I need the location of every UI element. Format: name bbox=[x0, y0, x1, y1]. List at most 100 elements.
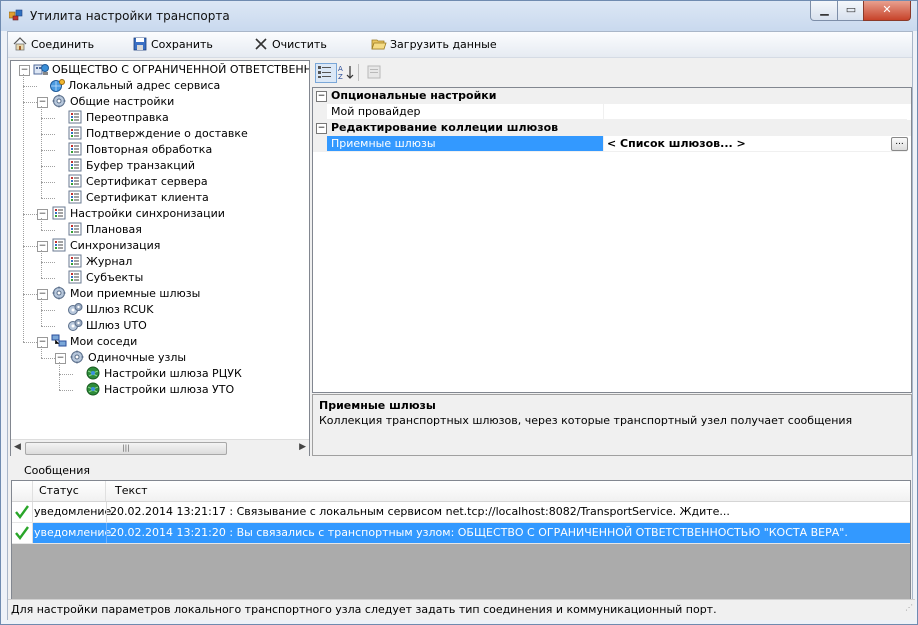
property-name[interactable]: Мой провайдер bbox=[327, 104, 604, 120]
tree-connector bbox=[41, 310, 55, 311]
tree-item[interactable]: − Мои соседи bbox=[37, 334, 137, 350]
maximize-button[interactable]: ▭ bbox=[837, 1, 865, 21]
collapse-icon[interactable]: − bbox=[316, 91, 327, 102]
message-status: уведомление bbox=[34, 526, 112, 539]
list-icon bbox=[68, 174, 82, 188]
tree-item[interactable]: − Общие настройки bbox=[37, 94, 174, 110]
property-value[interactable]: < Список шлюзов... > bbox=[603, 136, 907, 152]
ellipsis-button[interactable]: ... bbox=[891, 137, 908, 151]
list-icon bbox=[68, 222, 82, 236]
tree-connector bbox=[41, 346, 42, 358]
x-icon bbox=[255, 38, 267, 50]
minimize-button[interactable]: ▁ bbox=[810, 1, 839, 21]
category-label: Редактирование коллеции шлюзов bbox=[331, 121, 559, 134]
title-bar[interactable]: Утилита настройки транспорта ▁ ▭ ✕ bbox=[1, 1, 917, 31]
description-text: Коллекция транспортных шлюзов, через кот… bbox=[319, 414, 853, 427]
scroll-right-icon[interactable]: ▶ bbox=[299, 442, 306, 452]
categorized-icon bbox=[318, 66, 331, 78]
tree-item[interactable]: Шлюз RCUK bbox=[55, 302, 153, 318]
tree-item[interactable]: Плановая bbox=[55, 222, 142, 238]
tree-item-label: Настройки шлюза УТО bbox=[104, 383, 235, 396]
collapse-toggle-icon[interactable]: − bbox=[37, 337, 48, 348]
tree-item[interactable]: Буфер транзакций bbox=[55, 158, 195, 174]
tree-item-label: Шлюз UTO bbox=[86, 319, 147, 332]
scroll-left-icon[interactable]: ◀ bbox=[14, 442, 21, 452]
clear-button[interactable]: Очистить bbox=[253, 36, 327, 53]
tree-item[interactable]: Переотправка bbox=[55, 110, 169, 126]
messages-list[interactable]: Статус Текст уведомление 20.02.2014 13:2… bbox=[11, 480, 911, 600]
load-data-label: Загрузить данные bbox=[390, 38, 497, 51]
tree-connector bbox=[41, 278, 55, 279]
app-icon bbox=[9, 9, 23, 21]
tree-item[interactable]: − Синхронизация bbox=[37, 238, 160, 254]
tree-item[interactable]: Журнал bbox=[55, 254, 132, 270]
property-grid[interactable]: − Опциональные настройки Мой провайдер −… bbox=[312, 87, 912, 393]
tree-item-label: Сертификат клиента bbox=[86, 191, 209, 204]
property-name[interactable]: Приемные шлюзы bbox=[327, 136, 604, 152]
globe-gear-icon bbox=[50, 79, 65, 92]
collapse-toggle-icon[interactable]: − bbox=[37, 209, 48, 220]
category-label: Опциональные настройки bbox=[331, 89, 497, 102]
collapse-toggle-icon[interactable]: − bbox=[55, 353, 66, 364]
tree-view[interactable]: − ОБЩЕСТВО С ОГРАНИЧЕННОЙ ОТВЕТСТВЕННО Лок… bbox=[11, 61, 309, 439]
property-value[interactable] bbox=[603, 104, 907, 120]
floppy-icon bbox=[133, 37, 147, 51]
collapse-toggle-icon[interactable]: − bbox=[37, 289, 48, 300]
list-icon bbox=[68, 270, 82, 284]
close-icon: ✕ bbox=[882, 3, 892, 16]
collapse-icon[interactable]: − bbox=[316, 123, 327, 134]
collapse-toggle-icon[interactable]: − bbox=[37, 97, 48, 108]
main-toolbar: Соединить Сохранить Очистить Загрузить д… bbox=[8, 32, 912, 58]
collapse-toggle-icon[interactable]: − bbox=[37, 241, 48, 252]
tree-item[interactable]: Локальный адрес сервиса bbox=[37, 78, 220, 94]
settings-tree[interactable]: − ОБЩЕСТВО С ОГРАНИЧЕННОЙ ОТВЕТСТВЕННО Лок… bbox=[10, 60, 310, 456]
column-divider bbox=[106, 502, 107, 522]
tree-item[interactable]: Сертификат сервера bbox=[55, 174, 208, 190]
tree-connector bbox=[23, 102, 37, 103]
tree-item[interactable]: Шлюз UTO bbox=[55, 318, 147, 334]
scrollbar-thumb[interactable]: ||| bbox=[25, 442, 227, 455]
tree-item-label: Настройки синхронизации bbox=[70, 207, 225, 220]
save-button[interactable]: Сохранить bbox=[132, 36, 213, 53]
message-row-selected[interactable]: уведомление 20.02.2014 13:21:20 : Вы свя… bbox=[12, 523, 910, 544]
resize-grip-icon[interactable]: ⋰ bbox=[905, 598, 913, 618]
tree-connector bbox=[23, 214, 37, 215]
tree-connector bbox=[41, 182, 55, 183]
description-title: Приемные шлюзы bbox=[319, 399, 436, 412]
tree-connector bbox=[41, 326, 55, 327]
tree-item-label: Мои соседи bbox=[70, 335, 138, 348]
tree-item[interactable]: − Настройки синхронизации bbox=[37, 206, 225, 222]
column-icon[interactable] bbox=[12, 481, 33, 501]
property-row-gateways[interactable]: Приемные шлюзы < Список шлюзов... > ... bbox=[313, 136, 911, 152]
tree-connector bbox=[41, 298, 42, 326]
tree-item[interactable]: Повторная обработка bbox=[55, 142, 212, 158]
tree-item[interactable]: − Одиночные узлы bbox=[55, 350, 186, 366]
category-optional[interactable]: − Опциональные настройки bbox=[313, 88, 911, 104]
collapse-toggle-icon[interactable]: − bbox=[19, 65, 30, 76]
column-text[interactable]: Текст bbox=[107, 481, 910, 501]
tree-item[interactable]: − Мои приемные шлюзы bbox=[37, 286, 200, 302]
tree-item[interactable]: Настройки шлюза РЦУК bbox=[73, 366, 242, 382]
tree-horizontal-scrollbar[interactable]: ◀ ||| ▶ bbox=[11, 439, 309, 456]
property-pages-button[interactable] bbox=[364, 63, 386, 83]
status-text: Для настройки параметров локального тран… bbox=[11, 603, 717, 616]
message-icon-cell bbox=[12, 502, 33, 522]
globe-icon bbox=[86, 382, 100, 396]
load-data-button[interactable]: Загрузить данные bbox=[371, 36, 497, 53]
category-gateways[interactable]: − Редактирование коллеции шлюзов bbox=[313, 120, 911, 136]
status-bar: Для настройки параметров локального тран… bbox=[8, 599, 915, 620]
toolbar-separator bbox=[358, 64, 359, 81]
tree-item[interactable]: Сертификат клиента bbox=[55, 190, 209, 206]
tree-item[interactable]: Подтверждение о доставке bbox=[55, 126, 248, 142]
tree-item[interactable]: Субъекты bbox=[55, 270, 143, 286]
tree-item[interactable]: − ОБЩЕСТВО С ОГРАНИЧЕННОЙ ОТВЕТСТВЕННО bbox=[19, 62, 309, 78]
alphabetical-button[interactable]: AZ bbox=[336, 63, 358, 83]
column-status[interactable]: Статус bbox=[33, 481, 106, 501]
message-row[interactable]: уведомление 20.02.2014 13:21:17 : Связыв… bbox=[12, 502, 910, 523]
categorized-button[interactable] bbox=[315, 63, 337, 83]
tree-item[interactable]: Настройки шлюза УТО bbox=[73, 382, 234, 398]
tree-connector bbox=[41, 250, 42, 278]
close-button[interactable]: ✕ bbox=[863, 1, 911, 21]
connect-button[interactable]: Соединить bbox=[12, 36, 94, 53]
property-row-provider[interactable]: Мой провайдер bbox=[313, 104, 911, 120]
